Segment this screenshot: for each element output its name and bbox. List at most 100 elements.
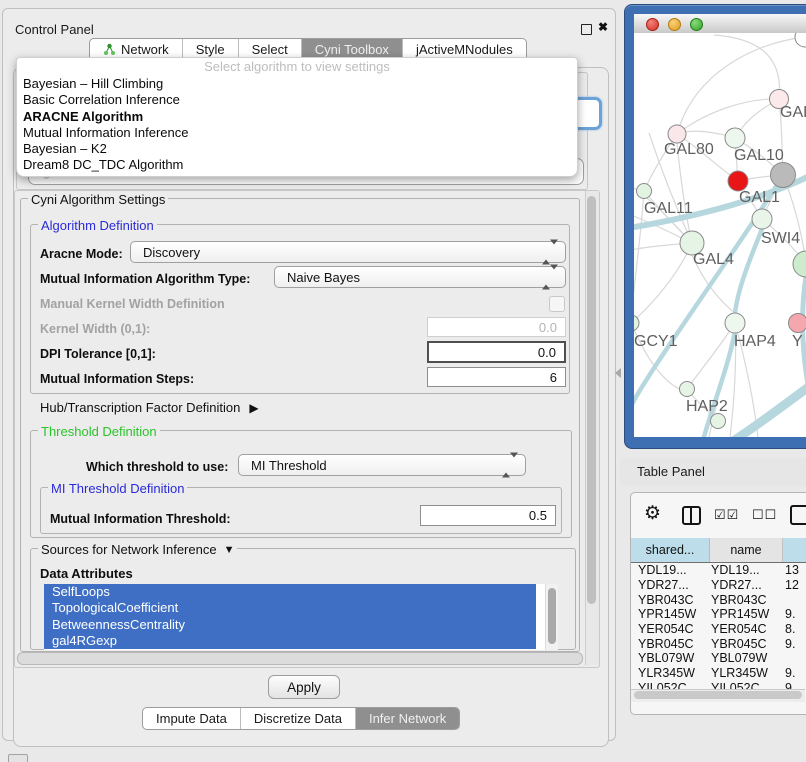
dpi-tolerance-label: DPI Tolerance [0,1]: — [40, 347, 156, 361]
network-node[interactable] — [789, 314, 806, 333]
network-tab-icon — [103, 43, 116, 56]
stepper-arrows-icon — [542, 245, 558, 260]
kernel-width-label: Kernel Width (0,1): — [40, 322, 150, 336]
node-label: GAL11 — [644, 200, 693, 217]
which-threshold-combobox[interactable]: MI Threshold — [238, 454, 526, 476]
which-threshold-value: MI Threshold — [251, 458, 327, 473]
network-node[interactable] — [725, 313, 745, 333]
node-label: HAP2 — [686, 398, 728, 415]
network-node[interactable] — [680, 382, 695, 397]
table-panel-title: Table Panel — [620, 458, 806, 486]
network-node[interactable] — [728, 171, 748, 191]
table-hscrollbar-thumb[interactable] — [634, 691, 802, 699]
mini-corner-button[interactable] — [8, 754, 28, 762]
tab-network-label: Network — [121, 42, 169, 57]
network-node[interactable] — [711, 414, 726, 429]
dropdown-item[interactable]: Bayesian – Hill Climbing — [17, 76, 577, 92]
algorithm-dropdown-popup: Select algorithm to view settings Bayesi… — [16, 57, 578, 177]
column-header-partial[interactable] — [783, 538, 806, 562]
table-row[interactable]: YBR045CYBR045C9. — [631, 636, 806, 651]
dropdown-item[interactable]: Bayesian – K2 — [17, 141, 577, 157]
table-row[interactable]: YDL19...YDL19...13 — [631, 563, 806, 578]
settings-hscrollbar-thumb[interactable] — [17, 652, 583, 665]
dropdown-item[interactable]: Basic Correlation Inference — [17, 92, 577, 108]
mi-steps-field[interactable]: 6 — [427, 367, 566, 387]
split-columns-icon[interactable] — [682, 506, 701, 525]
sources-expander[interactable]: Sources for Network Inference ▼ — [38, 542, 237, 557]
node-label: GAL1 — [739, 189, 780, 206]
network-node[interactable] — [752, 209, 772, 229]
tab-discretize-data[interactable]: Discretize Data — [241, 708, 356, 729]
node-label: GAL — [780, 104, 806, 121]
network-node[interactable] — [725, 128, 745, 148]
network-node[interactable] — [795, 33, 806, 47]
network-window-titlebar[interactable] — [634, 14, 806, 34]
zoom-traffic-light[interactable] — [690, 18, 703, 31]
unchecked-boxes-icon[interactable]: ☐☐ — [752, 507, 777, 523]
float-window-icon[interactable] — [581, 24, 592, 35]
attribute-item-selected[interactable]: gal4RGexp — [44, 633, 536, 649]
checked-boxes-icon[interactable]: ☑☑ — [714, 507, 739, 523]
aracne-mode-label: Aracne Mode: — [40, 247, 123, 261]
mi-threshold-field[interactable]: 0.5 — [420, 505, 556, 526]
table-row[interactable]: YBR043CYBR043C — [631, 592, 806, 607]
mi-steps-label: Mutual Information Steps: — [40, 372, 194, 386]
table-file-icon[interactable] — [790, 505, 806, 525]
node-label: GCY1 — [634, 333, 678, 350]
node-label: HAP4 — [734, 333, 776, 350]
node-label: GAL4 — [693, 251, 734, 268]
table-rows: YDL19...YDL19...13 YDR27...YDR27...12 YB… — [631, 563, 806, 689]
aracne-mode-combobox[interactable]: Discovery — [130, 241, 566, 263]
data-attributes-list: SelfLoops TopologicalCoefficient Between… — [44, 584, 558, 650]
table-row[interactable]: YLR345WYLR345W9. — [631, 666, 806, 681]
table-header-row: shared... name — [631, 538, 806, 563]
control-panel-title: Control Panel — [15, 22, 94, 37]
column-header-name[interactable]: name — [710, 538, 783, 562]
manual-kernel-width-label: Manual Kernel Width Definition — [40, 297, 225, 311]
network-node[interactable] — [793, 251, 806, 277]
dpi-tolerance-field[interactable]: 0.0 — [427, 341, 566, 363]
attribute-item-selected[interactable]: TopologicalCoefficient — [44, 600, 536, 616]
dropdown-item-selected[interactable]: ARACNE Algorithm — [17, 109, 577, 125]
close-icon[interactable]: ✖ — [598, 20, 608, 34]
network-node[interactable] — [634, 315, 639, 331]
screen: Control Panel ✖ Network Style Select Cyn… — [0, 0, 806, 762]
node-label: GAL80 — [664, 141, 714, 158]
collapse-arrow-icon: ▼ — [224, 544, 235, 556]
table-row[interactable]: YIL052CYIL052C9. — [631, 681, 806, 690]
attribute-item-selected[interactable]: BetweennessCentrality — [44, 617, 536, 633]
mi-algorithm-type-combobox[interactable]: Naive Bayes — [274, 266, 566, 288]
tab-infer-network[interactable]: Infer Network — [356, 708, 459, 729]
dropdown-item[interactable]: Mutual Information Inference — [17, 125, 577, 141]
cyni-algorithm-settings-title: Cyni Algorithm Settings — [28, 192, 168, 207]
aracne-mode-value: Discovery — [143, 245, 200, 260]
manual-kernel-width-checkbox — [549, 296, 565, 312]
table-row[interactable]: YDR27...YDR27...12 — [631, 578, 806, 593]
table-row[interactable]: YER054CYER054C8. — [631, 622, 806, 637]
mi-threshold-definition-title: MI Threshold Definition — [48, 481, 187, 496]
dropdown-item[interactable]: Dream8 DC_TDC Algorithm — [17, 157, 577, 173]
table-row[interactable]: YBL079WYBL079W — [631, 651, 806, 666]
stepper-arrows-icon — [542, 270, 558, 285]
apply-button[interactable]: Apply — [268, 675, 340, 699]
tab-impute-data[interactable]: Impute Data — [143, 708, 241, 729]
splitter-collapse-icon[interactable] — [615, 368, 621, 378]
mi-algorithm-type-label: Mutual Information Algorithm Type: — [40, 272, 250, 286]
table-row[interactable]: YPR145WYPR145W9. — [631, 607, 806, 622]
dropdown-placeholder: Select algorithm to view settings — [17, 59, 577, 76]
column-header-shared-name[interactable]: shared... — [631, 538, 710, 562]
settings-vscrollbar-thumb[interactable] — [587, 196, 596, 604]
attribute-item-selected[interactable]: SelfLoops — [44, 584, 536, 600]
network-node[interactable] — [637, 184, 652, 199]
gear-icon[interactable]: ⚙ — [644, 502, 661, 525]
hub-tf-definition-expander[interactable]: Hub/Transcription Factor Definition ▶ — [40, 400, 259, 415]
kernel-width-field: 0.0 — [427, 317, 566, 337]
minimize-traffic-light[interactable] — [668, 18, 681, 31]
close-traffic-light[interactable] — [646, 18, 659, 31]
hub-tf-definition-label: Hub/Transcription Factor Definition — [40, 400, 240, 415]
network-node[interactable] — [771, 163, 796, 188]
network-canvas[interactable]: GAL GAL80 GAL10 GAL1 SWI4 GAL11 GAL4 GCY… — [634, 33, 806, 437]
list-scrollbar-thumb[interactable] — [548, 588, 556, 644]
stepper-arrows-icon — [502, 458, 518, 473]
sources-title: Sources for Network Inference — [41, 542, 217, 557]
